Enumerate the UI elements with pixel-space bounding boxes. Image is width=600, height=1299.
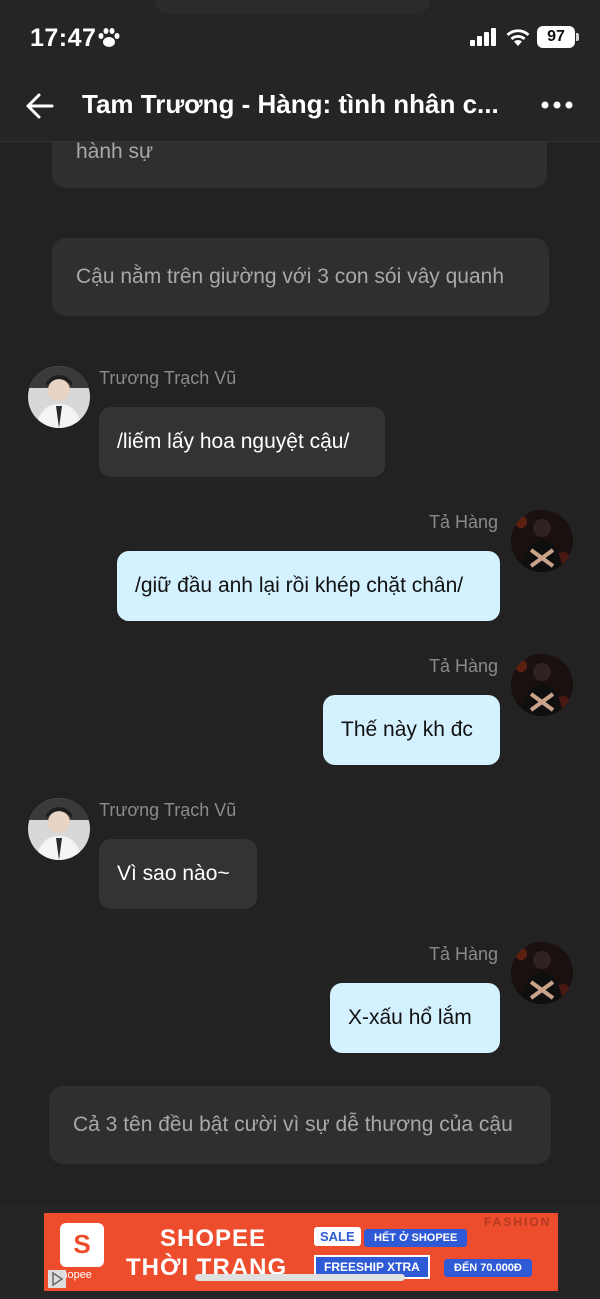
sender-name: Tả Hàng <box>429 656 499 676</box>
chat-header: Tam Trương - Hàng: tình nhân c... <box>0 72 600 142</box>
message-text: /liếm lấy hoa nguyệt cậu/ <box>117 430 350 453</box>
ad-fashion-text: FASHION <box>484 1215 552 1229</box>
cellular-signal-icon <box>470 28 496 46</box>
message-bubble: Thế này kh đc <box>323 695 500 765</box>
message-text: Thế này kh đc <box>341 718 473 741</box>
home-indicator[interactable] <box>195 1274 405 1281</box>
narration-bubble: hành sự <box>52 140 547 188</box>
status-bar: 17:47 97 <box>0 0 600 72</box>
notch-overlay <box>155 0 430 14</box>
chat-title: Tam Trương - Hàng: tình nhân c... <box>82 89 499 119</box>
message-bubble: /liếm lấy hoa nguyệt cậu/ <box>99 407 385 477</box>
battery-indicator: 97 <box>537 26 575 48</box>
wifi-icon <box>506 29 530 46</box>
message-bubble: Vì sao nào~ <box>99 839 257 909</box>
message-text: Vì sao nào~ <box>117 862 230 885</box>
sender-name: Tả Hàng <box>429 944 499 964</box>
shopee-bag-icon: S <box>60 1223 104 1267</box>
sender-name: Tả Hàng <box>429 512 499 532</box>
ad-banner-container: S Shopee FASHION SHOPEE THỜI TRANG SALE … <box>0 1205 600 1299</box>
message-bubble: X-xấu hổ lắm <box>330 983 500 1053</box>
ad-den-badge: ĐẾN 70.000Đ <box>444 1259 532 1277</box>
ad-choices-icon[interactable] <box>48 1270 66 1288</box>
message-bubble: /giữ đầu anh lại rồi khép chặt chân/ <box>117 551 500 621</box>
ad-sale-badge: SALE <box>314 1227 361 1246</box>
more-options-icon[interactable] <box>540 100 574 110</box>
battery-tip <box>576 33 579 41</box>
message-text: X-xấu hổ lắm <box>348 1006 472 1029</box>
ad-het-badge: HẾT Ở SHOPEE <box>364 1229 468 1247</box>
avatar[interactable] <box>511 510 573 572</box>
ad-headline: SHOPEE <box>160 1225 267 1252</box>
narration-text: Cả 3 tên đều bật cười vì sự dễ thương củ… <box>73 1113 513 1136</box>
message-text: /giữ đầu anh lại rồi khép chặt chân/ <box>135 574 464 597</box>
paw-icon <box>98 28 120 47</box>
avatar[interactable] <box>511 942 573 1004</box>
avatar[interactable] <box>28 366 90 428</box>
narration-bubble: Cậu nằm trên giường với 3 con sói vây qu… <box>52 238 549 316</box>
sender-name: Trương Trạch Vũ <box>99 800 237 820</box>
narration-bubble: Cả 3 tên đều bật cười vì sự dễ thương củ… <box>49 1086 551 1164</box>
avatar[interactable] <box>28 798 90 860</box>
sender-name: Trương Trạch Vũ <box>99 368 237 388</box>
status-time: 17:47 <box>30 24 97 52</box>
narration-text: Cậu nằm trên giường với 3 con sói vây qu… <box>76 265 504 288</box>
avatar[interactable] <box>511 654 573 716</box>
back-arrow-icon[interactable] <box>24 90 56 122</box>
narration-text: hành sự <box>76 140 154 163</box>
